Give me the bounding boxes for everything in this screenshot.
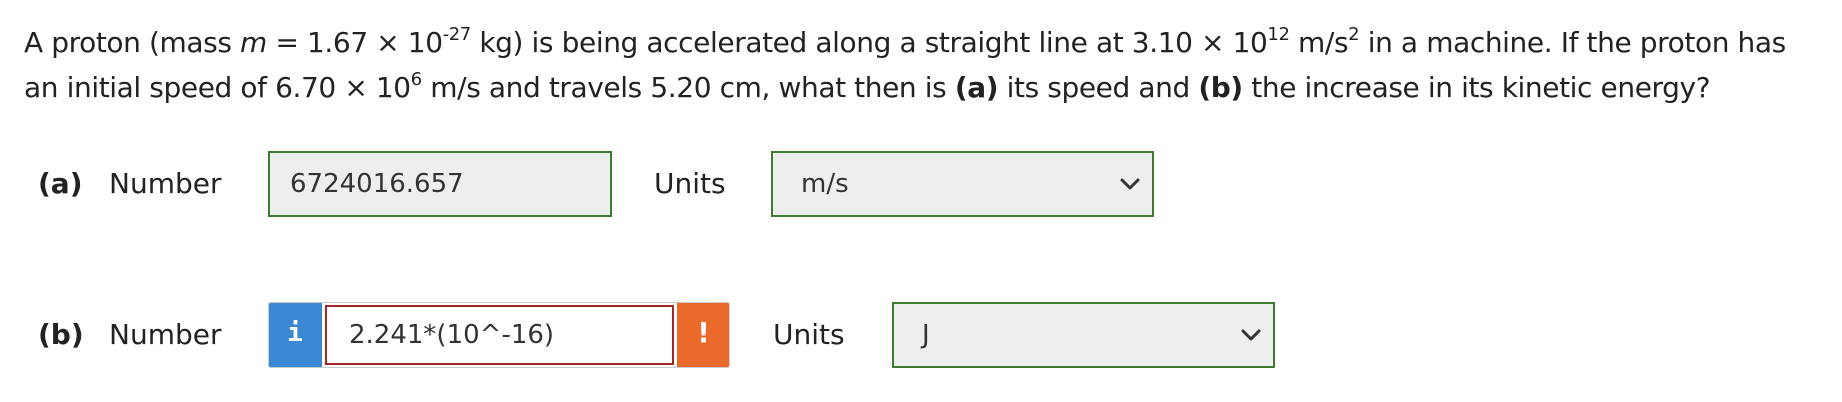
exponent: -27 [442, 23, 472, 45]
chevron-down-icon [1241, 329, 1261, 341]
part-a-label: (a) [38, 167, 83, 200]
part-b-label: (b) [38, 318, 84, 351]
question-text-segment: its speed and [998, 71, 1199, 104]
mass-variable: m [240, 26, 267, 59]
exponent: 6 [410, 68, 422, 90]
part-b-units-select[interactable]: J [892, 302, 1275, 368]
part-a-reference: (a) [954, 71, 999, 104]
part-b-number-input[interactable]: 2.241*(10^-16) [322, 302, 677, 368]
part-b-reference: (b) [1198, 71, 1243, 104]
chevron-down-icon [1120, 178, 1140, 190]
part-a-number-input[interactable]: 6724016.657 [268, 151, 612, 217]
part-a-units-value: m/s [801, 169, 849, 199]
question-text-segment: the increase in its kinetic energy? [1242, 71, 1711, 104]
question-text-segment: A proton (mass [24, 26, 241, 59]
part-a-number-label: Number [109, 167, 222, 200]
part-b-units-value: J [922, 320, 930, 350]
exponent: 12 [1267, 23, 1290, 45]
question-text-segment: m/s and travels 5.20 cm, what then is [421, 71, 955, 104]
info-icon[interactable]: i [268, 302, 322, 368]
question-text-segment: m/s [1289, 26, 1349, 59]
question-text-segment: kg) is being accelerated along a straigh… [470, 26, 1268, 59]
question-text: A proton (mass m = 1.67 × 10-27 kg) is b… [24, 20, 1824, 110]
warning-icon[interactable]: ! [677, 302, 730, 368]
question-text-segment: = 1.67 × 10 [266, 26, 443, 59]
part-b-units-label: Units [773, 318, 845, 351]
part-b-number-label: Number [109, 318, 222, 351]
part-a-units-select[interactable]: m/s [771, 151, 1154, 217]
part-a-units-label: Units [654, 167, 726, 200]
exponent: 2 [1348, 23, 1360, 45]
part-b-input-group: i 2.241*(10^-16) ! [268, 302, 730, 368]
